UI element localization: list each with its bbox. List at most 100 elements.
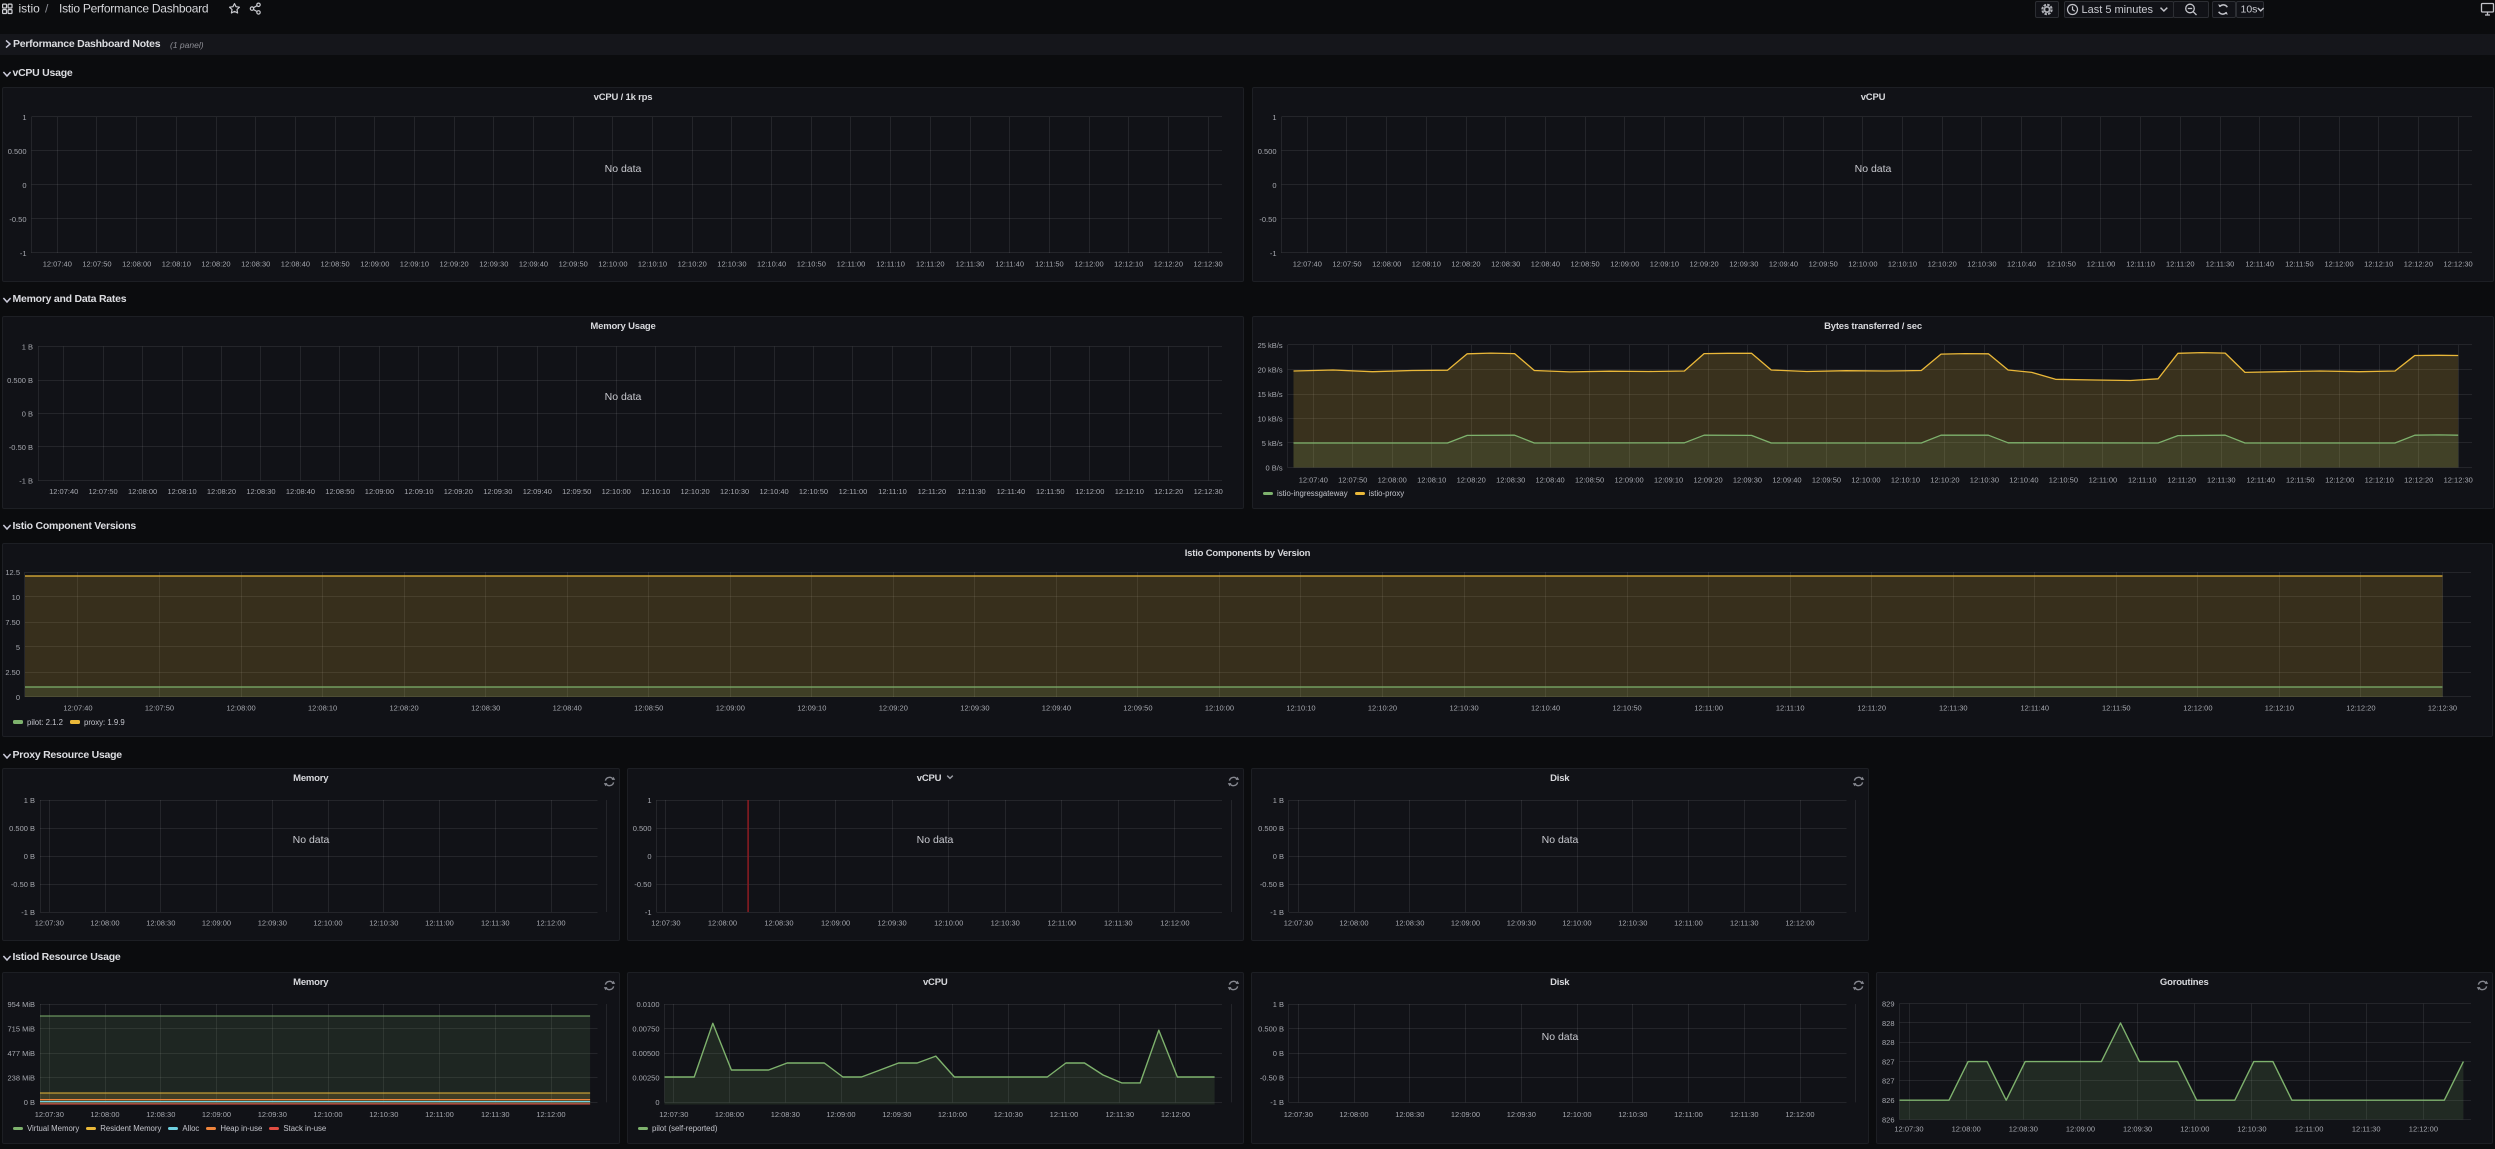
svg-text:12:11:00: 12:11:00 [425,1110,454,1119]
svg-text:12:09:00: 12:09:00 [365,487,394,496]
svg-text:12:08:00: 12:08:00 [90,918,119,927]
svg-text:1 B: 1 B [1273,1000,1284,1009]
svg-text:12:11:30: 12:11:30 [956,259,985,268]
svg-text:1: 1 [22,113,26,122]
svg-text:12:09:00: 12:09:00 [1451,918,1480,927]
svg-text:0: 0 [16,693,20,702]
svg-text:12:08:20: 12:08:20 [207,487,236,496]
svg-text:12:10:20: 12:10:20 [1930,475,1959,484]
svg-text:12:08:20: 12:08:20 [201,259,230,268]
svg-text:Istio Performance Dashboard: Istio Performance Dashboard [59,2,208,16]
svg-text:12:09:00: 12:09:00 [202,1110,231,1119]
svg-text:12:09:40: 12:09:40 [1772,475,1801,484]
svg-text:1 B: 1 B [22,342,33,351]
svg-text:12:07:50: 12:07:50 [145,703,174,712]
svg-text:12:08:00: 12:08:00 [90,1110,119,1119]
svg-text:12:10:00: 12:10:00 [598,259,627,268]
svg-text:12:11:50: 12:11:50 [2102,703,2131,712]
svg-text:12:07:30: 12:07:30 [35,918,64,927]
svg-text:12:09:40: 12:09:40 [1769,259,1798,268]
svg-text:12:10:00: 12:10:00 [313,918,342,927]
svg-text:12:11:50: 12:11:50 [2285,259,2314,268]
svg-text:12:09:50: 12:09:50 [1809,259,1838,268]
svg-text:12:08:50: 12:08:50 [320,259,349,268]
svg-text:826: 826 [1882,1096,1895,1105]
svg-text:12:12:00: 12:12:00 [536,918,565,927]
svg-text:826: 826 [1882,1115,1895,1124]
svg-text:477 MiB: 477 MiB [7,1049,35,1058]
svg-text:12:10:40: 12:10:40 [2009,475,2038,484]
svg-text:12:09:30: 12:09:30 [1507,1110,1536,1119]
svg-text:12:09:30: 12:09:30 [877,918,906,927]
svg-text:12:08:00: 12:08:00 [1339,918,1368,927]
svg-text:12:10:00: 12:10:00 [1851,475,1880,484]
svg-text:12:09:50: 12:09:50 [562,487,591,496]
svg-text:12:11:30: 12:11:30 [957,487,986,496]
svg-text:12:09:10: 12:09:10 [1650,259,1679,268]
svg-text:12:12:10: 12:12:10 [2365,475,2394,484]
svg-text:12:08:30: 12:08:30 [241,259,270,268]
svg-text:5: 5 [16,643,20,652]
svg-text:12:10:20: 12:10:20 [1928,259,1957,268]
svg-text:12:12:30: 12:12:30 [1194,487,1223,496]
svg-text:12:12:30: 12:12:30 [2444,475,2473,484]
svg-text:12:09:30: 12:09:30 [479,259,508,268]
svg-text:12:11:20: 12:11:20 [1857,703,1886,712]
svg-text:12:10:30: 12:10:30 [1618,1110,1647,1119]
svg-text:12:11:40: 12:11:40 [995,259,1024,268]
svg-text:12:10:50: 12:10:50 [1612,703,1641,712]
svg-text:12:12:10: 12:12:10 [2265,703,2294,712]
svg-text:12:11:10: 12:11:10 [2126,259,2155,268]
svg-text:12:11:00: 12:11:00 [1050,1110,1079,1119]
svg-text:12:12:00: 12:12:00 [2325,475,2354,484]
svg-text:12:10:10: 12:10:10 [641,487,670,496]
svg-text:12:10:30: 12:10:30 [369,918,398,927]
svg-text:12:07:30: 12:07:30 [1284,918,1313,927]
svg-text:12:09:30: 12:09:30 [1729,259,1758,268]
svg-text:12:09:00: 12:09:00 [1614,475,1643,484]
svg-text:12:10:30: 12:10:30 [720,487,749,496]
svg-text:12:07:40: 12:07:40 [63,703,92,712]
svg-text:12:07:30: 12:07:30 [35,1110,64,1119]
svg-text:12:08:30: 12:08:30 [1496,475,1525,484]
svg-text:12:12:10: 12:12:10 [1115,487,1144,496]
svg-text:12:10:30: 12:10:30 [991,918,1020,927]
svg-text:12:11:50: 12:11:50 [1035,259,1064,268]
svg-text:12:10:00: 12:10:00 [1205,703,1234,712]
svg-text:12:07:50: 12:07:50 [1338,475,1367,484]
svg-text:-0.50: -0.50 [634,880,651,889]
svg-text:12:09:50: 12:09:50 [559,259,588,268]
svg-text:Last 5 minutes: Last 5 minutes [2082,4,2154,16]
svg-text:12:12:00: 12:12:00 [2324,259,2353,268]
svg-text:-0.50 B: -0.50 B [1260,1074,1284,1083]
svg-text:12:11:00: 12:11:00 [2089,475,2118,484]
svg-text:0: 0 [647,852,651,861]
svg-text:12:09:00: 12:09:00 [821,918,850,927]
svg-text:12:12:10: 12:12:10 [1114,259,1143,268]
svg-text:12:10:20: 12:10:20 [680,487,709,496]
svg-text:12:08:30: 12:08:30 [764,918,793,927]
svg-text:12:11:00: 12:11:00 [1674,1110,1703,1119]
svg-text:12:10:50: 12:10:50 [799,487,828,496]
svg-text:12:11:00: 12:11:00 [2087,259,2116,268]
svg-text:12:10:30: 12:10:30 [717,259,746,268]
svg-text:12:10:30: 12:10:30 [1970,475,1999,484]
svg-text:0 B: 0 B [1273,852,1284,861]
svg-text:12:12:00: 12:12:00 [2409,1124,2438,1133]
svg-text:12:08:20: 12:08:20 [1451,259,1480,268]
svg-text:12:08:40: 12:08:40 [286,487,315,496]
svg-text:12:11:30: 12:11:30 [1939,703,1968,712]
svg-text:12:12:10: 12:12:10 [2364,259,2393,268]
svg-text:12:07:30: 12:07:30 [659,1110,688,1119]
svg-text:12:08:30: 12:08:30 [1491,259,1520,268]
svg-text:12:12:00: 12:12:00 [1785,1110,1814,1119]
svg-text:12:09:00: 12:09:00 [202,918,231,927]
svg-text:12:09:20: 12:09:20 [1689,259,1718,268]
svg-text:12:08:30: 12:08:30 [771,1110,800,1119]
svg-text:828: 828 [1882,1019,1895,1028]
svg-text:-0.50: -0.50 [1259,215,1276,224]
svg-text:12:09:40: 12:09:40 [1042,703,1071,712]
svg-text:25 kB/s: 25 kB/s [1258,341,1283,350]
svg-text:0: 0 [1272,181,1276,190]
svg-text:12:09:00: 12:09:00 [1451,1110,1480,1119]
